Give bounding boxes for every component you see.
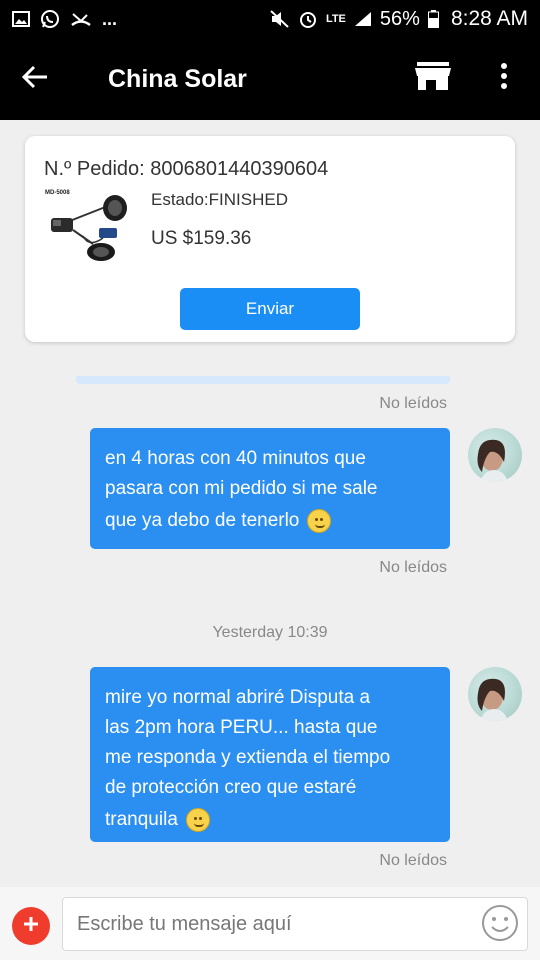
message-input[interactable] (62, 897, 528, 951)
product-thumbnail[interactable]: MD-5008 (43, 186, 133, 264)
more-vertical-icon (500, 62, 508, 94)
message-bubble[interactable]: mire yo normal abriré Disputa a las 2pm … (90, 667, 450, 842)
mute-icon (270, 10, 290, 28)
store-button[interactable] (410, 54, 456, 102)
more-options-button[interactable] (488, 54, 520, 102)
alarm-icon (298, 9, 318, 29)
smiling-face-emoji-icon (185, 807, 210, 832)
message-timestamp: Yesterday 10:39 (212, 624, 328, 641)
message-text-line: pasara con mi pedido si me sale (105, 478, 378, 499)
message-text-line: de protección creo que estaré (105, 777, 357, 798)
more-notifications-indicator: ... (102, 8, 118, 29)
message-text-line: me responda y extienda el tiempo (105, 747, 391, 768)
user-avatar[interactable] (468, 667, 522, 721)
thumbnail-model-label: MD-5008 (45, 190, 70, 196)
message-composer (0, 887, 540, 960)
battery-percent: 56% (379, 7, 420, 30)
thinking-face-emoji-icon (307, 508, 332, 533)
missed-call-notification-icon (70, 10, 92, 28)
back-arrow-icon (21, 65, 48, 94)
network-type-label: LTE (325, 12, 346, 25)
previous-message-bubble (76, 376, 450, 384)
chat-title: China Solar (108, 64, 247, 93)
plus-icon (22, 915, 40, 938)
order-price: US $159.36 (151, 228, 252, 249)
store-icon (415, 61, 451, 96)
message-text-line: mire yo normal abriré Disputa a (105, 687, 371, 708)
back-button[interactable] (0, 38, 70, 120)
add-attachment-button[interactable] (12, 907, 50, 945)
emoji-picker-button[interactable] (480, 904, 520, 947)
message-text-line-with-emoji: que ya debo de tenerlo (105, 506, 435, 536)
message-text-line-with-emoji: tranquila (105, 805, 435, 835)
clock: 8:28 AM (450, 7, 528, 30)
message-text-line: las 2pm hora PERU... hasta que (105, 717, 378, 738)
message-bubble[interactable]: en 4 horas con 40 minutos que pasara con… (90, 428, 450, 549)
app-toolbar: China Solar (0, 38, 540, 120)
signal-icon (354, 11, 372, 27)
battery-icon (427, 10, 439, 28)
order-status: Estado:FINISHED (151, 190, 288, 209)
user-avatar[interactable] (468, 428, 522, 482)
message-text: tranquila (105, 809, 178, 830)
message-text: que ya debo de tenerlo (105, 510, 300, 531)
read-status: No leídos (379, 852, 447, 869)
message-text-line: en 4 horas con 40 minutos que (105, 448, 366, 469)
whatsapp-notification-icon (40, 9, 60, 29)
send-order-button[interactable]: Enviar (180, 288, 360, 330)
order-number: N.º Pedido: 8006801440390604 (44, 158, 329, 180)
read-status: No leídos (379, 559, 447, 576)
gallery-notification-icon (12, 11, 30, 27)
read-status: No leídos (379, 395, 447, 412)
order-card[interactable]: N.º Pedido: 8006801440390604 MD-5008 Est… (25, 136, 515, 342)
smiley-face-icon (481, 904, 519, 947)
status-bar: ... LTE 56% 8:28 AM (0, 0, 540, 38)
